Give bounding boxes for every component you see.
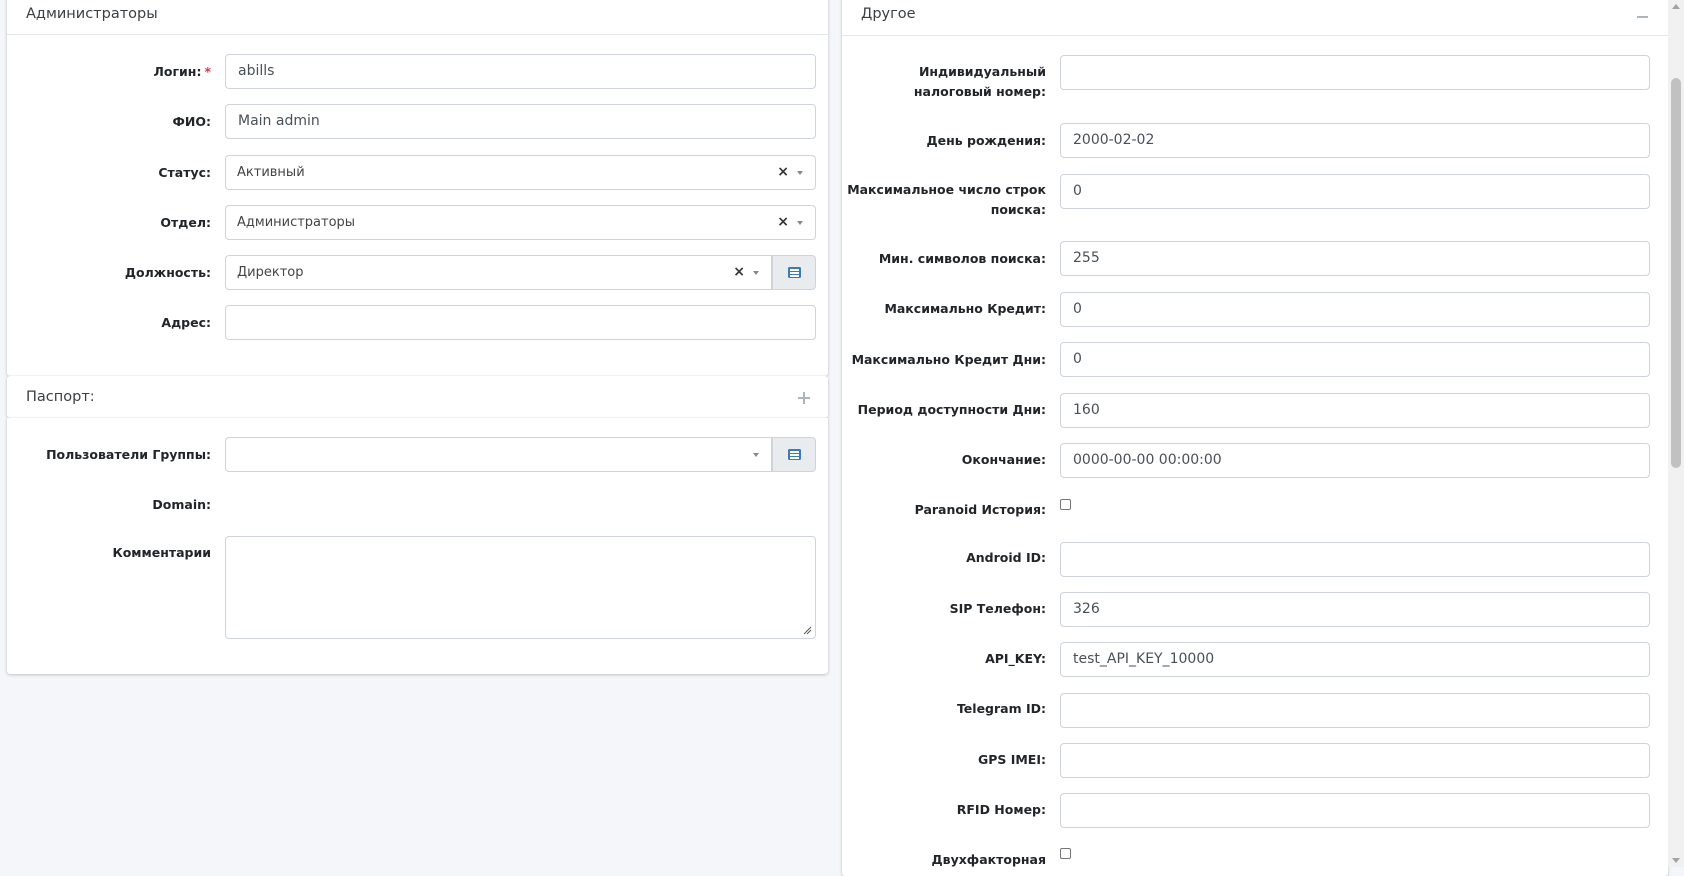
api-key-input[interactable]: test_API_KEY_10000	[1060, 642, 1650, 677]
birthday-input[interactable]: 2000-02-02	[1060, 123, 1650, 158]
status-dropdown-arrow-icon[interactable]	[797, 171, 803, 175]
inn-input[interactable]	[1060, 55, 1650, 90]
groups-card: Пользователи Группы: Domain: Комментарии	[7, 418, 828, 674]
fio-label: ФИО:	[172, 114, 211, 129]
access-period-label: Период доступности Дни:	[857, 402, 1046, 417]
two-factor-label: Двухфакторная	[931, 852, 1046, 867]
status-select-value: Активный	[237, 165, 305, 180]
passport-card-title: Паспорт:	[26, 389, 95, 405]
telegram-id-input[interactable]	[1060, 693, 1650, 728]
sip-phone-label: SIP Телефон:	[949, 601, 1046, 616]
birthday-label: День рождения:	[926, 133, 1046, 148]
inn-label: Индивидуальный налоговый номер:	[913, 64, 1046, 99]
telegram-id-label: Telegram ID:	[956, 701, 1046, 716]
rfid-number-label: RFID Номер:	[956, 802, 1046, 817]
department-clear-button[interactable]: ×	[777, 206, 789, 239]
address-label: Адрес:	[161, 315, 211, 330]
position-clear-button[interactable]: ×	[733, 256, 745, 289]
scroll-down-arrow-icon[interactable]	[1672, 858, 1680, 863]
max-credit-input[interactable]: 0	[1060, 292, 1650, 327]
expire-input[interactable]: 0000-00-00 00:00:00	[1060, 443, 1650, 478]
position-label: Должность:	[124, 265, 211, 280]
other-card: Другое Индивидуальный налоговый номер: Д…	[842, 0, 1668, 876]
max-credit-days-label: Максимально Кредит Дни:	[851, 352, 1046, 367]
max-credit-days-input[interactable]: 0	[1060, 342, 1650, 377]
two-factor-checkbox[interactable]	[1060, 848, 1071, 859]
passport-card: Паспорт:	[7, 376, 828, 418]
login-label: Логин: *	[153, 64, 211, 79]
minus-icon[interactable]	[1637, 16, 1648, 18]
other-card-title: Другое	[861, 6, 916, 22]
other-card-header: Другое	[842, 0, 1668, 36]
status-clear-button[interactable]: ×	[777, 156, 789, 189]
department-dropdown-arrow-icon[interactable]	[797, 221, 803, 225]
admin-card-title: Администраторы	[26, 6, 158, 22]
list-icon	[788, 449, 801, 460]
access-period-input[interactable]: 160	[1060, 393, 1650, 428]
comments-label: Комментарии	[112, 545, 212, 560]
user-groups-list-button[interactable]	[772, 437, 816, 472]
list-icon	[788, 267, 801, 278]
plus-icon[interactable]	[798, 392, 810, 404]
department-select-value: Администраторы	[237, 215, 356, 230]
gps-imei-label: GPS IMEI:	[977, 752, 1046, 767]
min-search-chars-input[interactable]: 255	[1060, 241, 1650, 276]
rfid-number-input[interactable]	[1060, 793, 1650, 828]
position-list-button[interactable]	[772, 255, 816, 290]
max-rows-label: Максимальное число строк поиска:	[847, 182, 1046, 217]
status-label: Статус:	[158, 165, 211, 180]
comments-textarea[interactable]	[225, 536, 816, 639]
department-select[interactable]: Администраторы ×	[225, 205, 816, 240]
position-dropdown-arrow-icon[interactable]	[753, 271, 759, 275]
sip-phone-input[interactable]: 326	[1060, 592, 1650, 627]
admin-card-header: Администраторы	[7, 0, 828, 35]
required-marker: *	[204, 64, 211, 79]
fio-input[interactable]: Main admin	[225, 104, 816, 139]
user-groups-select[interactable]	[225, 437, 772, 472]
min-search-chars-label: Мин. символов поиска:	[878, 251, 1046, 266]
paranoid-history-checkbox[interactable]	[1060, 499, 1071, 510]
paranoid-history-label: Paranoid История:	[914, 502, 1046, 517]
domain-label: Domain:	[152, 497, 211, 512]
expire-label: Окончание:	[961, 452, 1046, 467]
login-input[interactable]: abills	[225, 54, 816, 89]
resize-grip-icon[interactable]	[803, 626, 812, 635]
android-id-input[interactable]	[1060, 542, 1650, 577]
position-select-value: Директор	[237, 265, 304, 280]
address-input[interactable]	[225, 305, 816, 340]
scrollbar-thumb[interactable]	[1671, 78, 1681, 468]
scroll-up-arrow-icon[interactable]	[1672, 4, 1680, 9]
api-key-label: API_KEY:	[985, 651, 1046, 666]
user-groups-label: Пользователи Группы:	[46, 447, 211, 462]
max-rows-input[interactable]: 0	[1060, 174, 1650, 209]
status-select[interactable]: Активный ×	[225, 155, 816, 190]
user-groups-dropdown-arrow-icon[interactable]	[753, 453, 759, 457]
page-scrollbar[interactable]	[1668, 0, 1684, 867]
position-select[interactable]: Директор ×	[225, 255, 772, 290]
department-label: Отдел:	[160, 215, 211, 230]
android-id-label: Android ID:	[966, 550, 1046, 565]
max-credit-label: Максимально Кредит:	[884, 301, 1046, 316]
admin-card: Администраторы Логин: * abills ФИО: Main …	[7, 0, 828, 376]
gps-imei-input[interactable]	[1060, 743, 1650, 778]
